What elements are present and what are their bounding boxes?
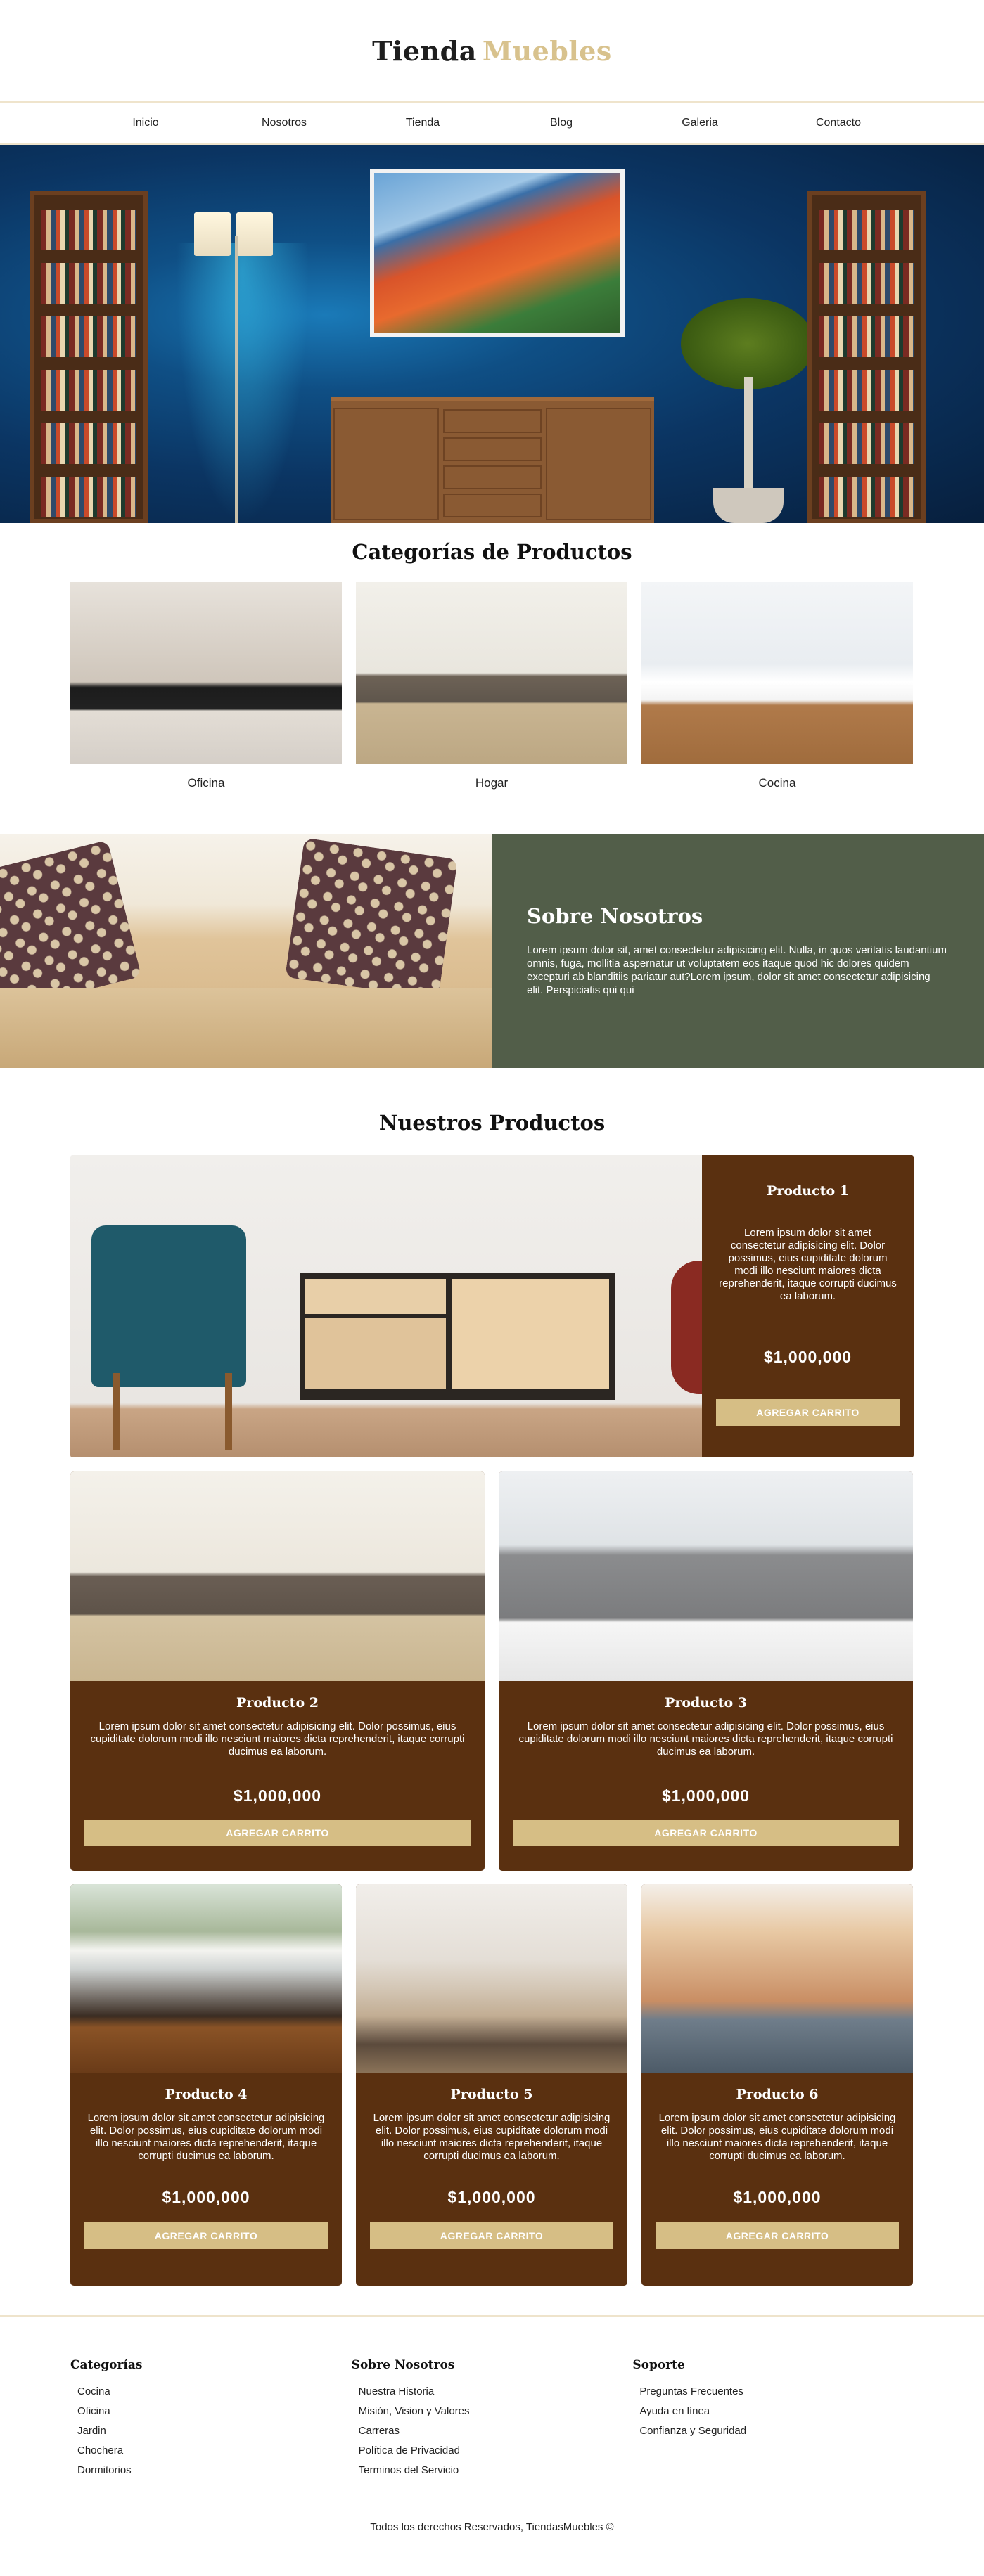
nav-link-inicio[interactable]: Inicio bbox=[77, 117, 215, 129]
product-price: $1,000,000 bbox=[447, 2188, 536, 2206]
add-to-cart-button[interactable]: AGREGAR CARRITO bbox=[656, 2222, 899, 2249]
footer-link[interactable]: Oficina bbox=[77, 2402, 352, 2421]
add-to-cart-button[interactable]: AGREGAR CARRITO bbox=[370, 2222, 613, 2249]
add-to-cart-button[interactable]: AGREGAR CARRITO bbox=[716, 1399, 900, 1426]
hero-image bbox=[0, 145, 984, 523]
footer-link[interactable]: Carreras bbox=[359, 2421, 633, 2441]
footer-divider bbox=[0, 2315, 984, 2317]
product-name[interactable]: Producto 5 bbox=[370, 2087, 613, 2102]
product-image[interactable] bbox=[70, 1155, 702, 1457]
products-row-3: Producto 4 Lorem ipsum dolor sit amet co… bbox=[70, 1884, 914, 2286]
logo-part-2: Muebles bbox=[482, 34, 612, 67]
product-image[interactable] bbox=[499, 1471, 913, 1681]
product-card: Producto 6 Lorem ipsum dolor sit amet co… bbox=[641, 1884, 913, 2286]
copyright-text: Todos los derechos Reservados, TiendasMu… bbox=[370, 2521, 614, 2533]
product-image[interactable] bbox=[356, 1884, 627, 2073]
footer-column-soporte: Soporte Preguntas Frecuentes Ayuda en lí… bbox=[632, 2358, 914, 2480]
footer-link[interactable]: Política de Privacidad bbox=[359, 2441, 633, 2461]
footer-link[interactable]: Confianza y Seguridad bbox=[639, 2421, 914, 2441]
about-title: Sobre Nosotros bbox=[527, 904, 703, 928]
product-description: Lorem ipsum dolor sit amet consectetur a… bbox=[719, 1227, 897, 1302]
product-price: $1,000,000 bbox=[162, 2188, 250, 2206]
category-card-hogar[interactable]: Hogar bbox=[356, 582, 627, 790]
about-panel: Sobre Nosotros Lorem ipsum dolor sit, am… bbox=[492, 834, 984, 1068]
site-header: Tienda Muebles bbox=[0, 0, 984, 101]
product-card-featured: Producto 1 Lorem ipsum dolor sit amet co… bbox=[70, 1155, 914, 1457]
footer-link[interactable]: Dormitorios bbox=[77, 2461, 352, 2480]
products-row-2: Producto 2 Lorem ipsum dolor sit amet co… bbox=[70, 1471, 914, 1871]
nav-link-galeria[interactable]: Galeria bbox=[631, 117, 769, 129]
wall-painting bbox=[370, 169, 625, 337]
product-price: $1,000,000 bbox=[233, 1786, 322, 1805]
footer-column-title: Sobre Nosotros bbox=[351, 2358, 455, 2372]
product-name[interactable]: Producto 2 bbox=[84, 1695, 471, 1711]
product-name[interactable]: Producto 4 bbox=[84, 2087, 328, 2102]
nav-link-tienda[interactable]: Tienda bbox=[354, 117, 492, 129]
products-title: Nuestros Productos bbox=[378, 1111, 606, 1135]
product-description: Lorem ipsum dolor sit amet consectetur a… bbox=[373, 2112, 611, 2162]
footer-link[interactable]: Preguntas Frecuentes bbox=[639, 2382, 914, 2402]
category-card-oficina[interactable]: Oficina bbox=[70, 582, 342, 790]
categories-title: Categorías de Productos bbox=[352, 540, 632, 564]
footer-column-title: Soporte bbox=[632, 2358, 685, 2372]
product-card: Producto 5 Lorem ipsum dolor sit amet co… bbox=[356, 1884, 627, 2286]
product-card: Producto 3 Lorem ipsum dolor sit amet co… bbox=[499, 1471, 913, 1871]
product-description: Lorem ipsum dolor sit amet consectetur a… bbox=[658, 2112, 896, 2162]
logo-part-1: Tienda bbox=[372, 34, 477, 67]
category-label[interactable]: Cocina bbox=[641, 776, 913, 790]
category-image-cocina[interactable] bbox=[641, 582, 913, 764]
bonsai-plant bbox=[681, 298, 814, 389]
about-image bbox=[0, 834, 492, 1068]
dresser bbox=[331, 397, 654, 523]
footer-link[interactable]: Terminos del Servicio bbox=[359, 2461, 633, 2480]
nav-link-nosotros[interactable]: Nosotros bbox=[215, 117, 354, 129]
about-text: Lorem ipsum dolor sit, amet consectetur … bbox=[527, 944, 947, 996]
footer-link[interactable]: Jardin bbox=[77, 2421, 352, 2441]
footer-column-sobre-nosotros: Sobre Nosotros Nuestra Historia Misión, … bbox=[352, 2358, 633, 2480]
add-to-cart-button[interactable]: AGREGAR CARRITO bbox=[84, 2222, 328, 2249]
product-card: Producto 4 Lorem ipsum dolor sit amet co… bbox=[70, 1884, 342, 2286]
product-image[interactable] bbox=[70, 1884, 342, 2073]
product-image[interactable] bbox=[641, 1884, 913, 2073]
product-image[interactable] bbox=[70, 1471, 485, 1681]
product-price: $1,000,000 bbox=[733, 2188, 822, 2206]
footer-link[interactable]: Cocina bbox=[77, 2382, 352, 2402]
add-to-cart-button[interactable]: AGREGAR CARRITO bbox=[84, 1820, 471, 1846]
product-description: Lorem ipsum dolor sit amet consectetur a… bbox=[518, 1720, 893, 1758]
product-info: Producto 1 Lorem ipsum dolor sit amet co… bbox=[702, 1155, 914, 1457]
product-name[interactable]: Producto 3 bbox=[513, 1695, 899, 1711]
product-description: Lorem ipsum dolor sit amet consectetur a… bbox=[87, 2112, 325, 2162]
main-nav: Inicio Nosotros Tienda Blog Galeria Cont… bbox=[0, 101, 984, 145]
bookshelf-left bbox=[30, 191, 148, 523]
footer-column-categorias: Categorías Cocina Oficina Jardin Chocher… bbox=[70, 2358, 352, 2480]
category-image-oficina[interactable] bbox=[70, 582, 342, 764]
footer-link[interactable]: Chochera bbox=[77, 2441, 352, 2461]
category-label[interactable]: Hogar bbox=[356, 776, 627, 790]
footer-column-title: Categorías bbox=[70, 2358, 143, 2372]
about-section: Sobre Nosotros Lorem ipsum dolor sit, am… bbox=[0, 834, 984, 1068]
floor-lamp bbox=[194, 212, 231, 256]
product-card: Producto 2 Lorem ipsum dolor sit amet co… bbox=[70, 1471, 485, 1871]
product-price: $1,000,000 bbox=[661, 1786, 750, 1805]
footer-link[interactable]: Nuestra Historia bbox=[359, 2382, 633, 2402]
product-price: $1,000,000 bbox=[763, 1348, 852, 1366]
nav-link-contacto[interactable]: Contacto bbox=[769, 117, 908, 129]
category-label[interactable]: Oficina bbox=[70, 776, 342, 790]
product-name[interactable]: Producto 6 bbox=[656, 2087, 899, 2102]
site-logo[interactable]: Tienda Muebles bbox=[372, 35, 612, 67]
category-card-cocina[interactable]: Cocina bbox=[641, 582, 913, 790]
add-to-cart-button[interactable]: AGREGAR CARRITO bbox=[513, 1820, 899, 1846]
nav-link-blog[interactable]: Blog bbox=[492, 117, 631, 129]
categories-grid: Oficina Hogar Cocina bbox=[70, 582, 914, 790]
category-image-hogar[interactable] bbox=[356, 582, 627, 764]
product-name[interactable]: Producto 1 bbox=[716, 1183, 900, 1199]
footer-link[interactable]: Ayuda en línea bbox=[639, 2402, 914, 2421]
bookshelf-right bbox=[807, 191, 926, 523]
product-description: Lorem ipsum dolor sit amet consectetur a… bbox=[90, 1720, 465, 1758]
site-footer: Categorías Cocina Oficina Jardin Chocher… bbox=[70, 2358, 914, 2480]
footer-link[interactable]: Misión, Vision y Valores bbox=[359, 2402, 633, 2421]
